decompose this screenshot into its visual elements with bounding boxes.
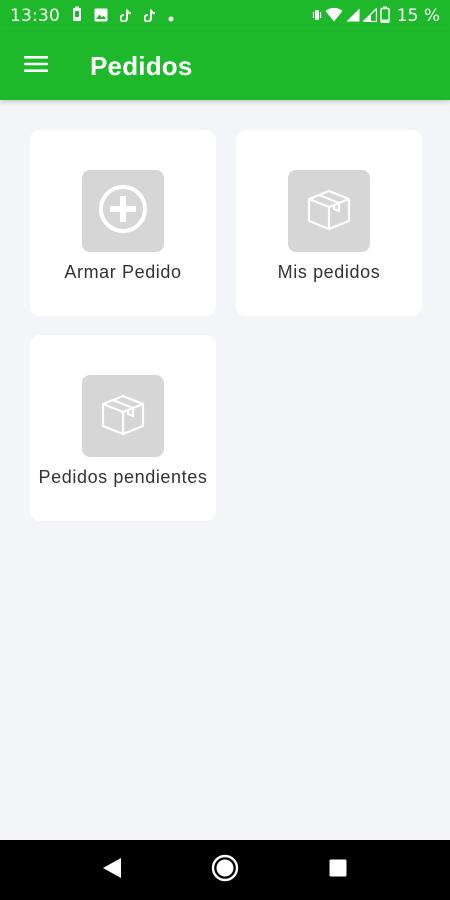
battery-saver-icon bbox=[72, 6, 82, 26]
menu-button[interactable] bbox=[21, 51, 51, 81]
status-bar: 13:30 15 % bbox=[0, 0, 450, 32]
card-icon-box bbox=[288, 170, 370, 252]
card-icon-box bbox=[82, 375, 164, 457]
dot-icon bbox=[168, 7, 174, 26]
menu-grid: Armar Pedido Mis pedidos Pedidos pendien… bbox=[30, 130, 422, 521]
home-button[interactable] bbox=[195, 840, 255, 900]
menu-icon bbox=[24, 55, 48, 78]
card-label: Armar Pedido bbox=[64, 262, 182, 282]
battery-percentage: 15 % bbox=[396, 6, 440, 26]
battery-icon bbox=[380, 6, 390, 27]
recents-button[interactable] bbox=[308, 840, 368, 900]
card-icon-box bbox=[82, 170, 164, 252]
home-icon bbox=[211, 854, 239, 887]
card-pedidos-pendientes[interactable]: Pedidos pendientes bbox=[30, 335, 216, 521]
tiktok-icon bbox=[143, 7, 156, 26]
wifi-icon bbox=[325, 7, 343, 26]
app-bar: Pedidos bbox=[0, 32, 450, 100]
navigation-bar bbox=[0, 840, 450, 900]
card-label: Pedidos pendientes bbox=[38, 467, 208, 487]
back-button[interactable] bbox=[82, 840, 142, 900]
signal-icon bbox=[346, 7, 360, 26]
card-armar-pedido[interactable]: Armar Pedido bbox=[30, 130, 216, 316]
box-icon bbox=[97, 388, 149, 445]
system-icons: 15 % bbox=[312, 6, 440, 27]
back-icon bbox=[102, 857, 122, 884]
signal-icon bbox=[361, 6, 377, 26]
page-title: Pedidos bbox=[90, 50, 193, 81]
add-circle-icon bbox=[97, 183, 149, 240]
box-icon bbox=[303, 183, 355, 240]
card-mis-pedidos[interactable]: Mis pedidos bbox=[236, 130, 422, 316]
image-icon bbox=[94, 7, 108, 26]
notification-icons bbox=[72, 6, 174, 26]
card-label: Mis pedidos bbox=[277, 262, 381, 282]
recents-icon bbox=[329, 859, 347, 882]
status-time: 13:30 bbox=[10, 6, 60, 26]
tiktok-icon bbox=[119, 7, 132, 26]
vibrate-icon bbox=[312, 7, 322, 26]
